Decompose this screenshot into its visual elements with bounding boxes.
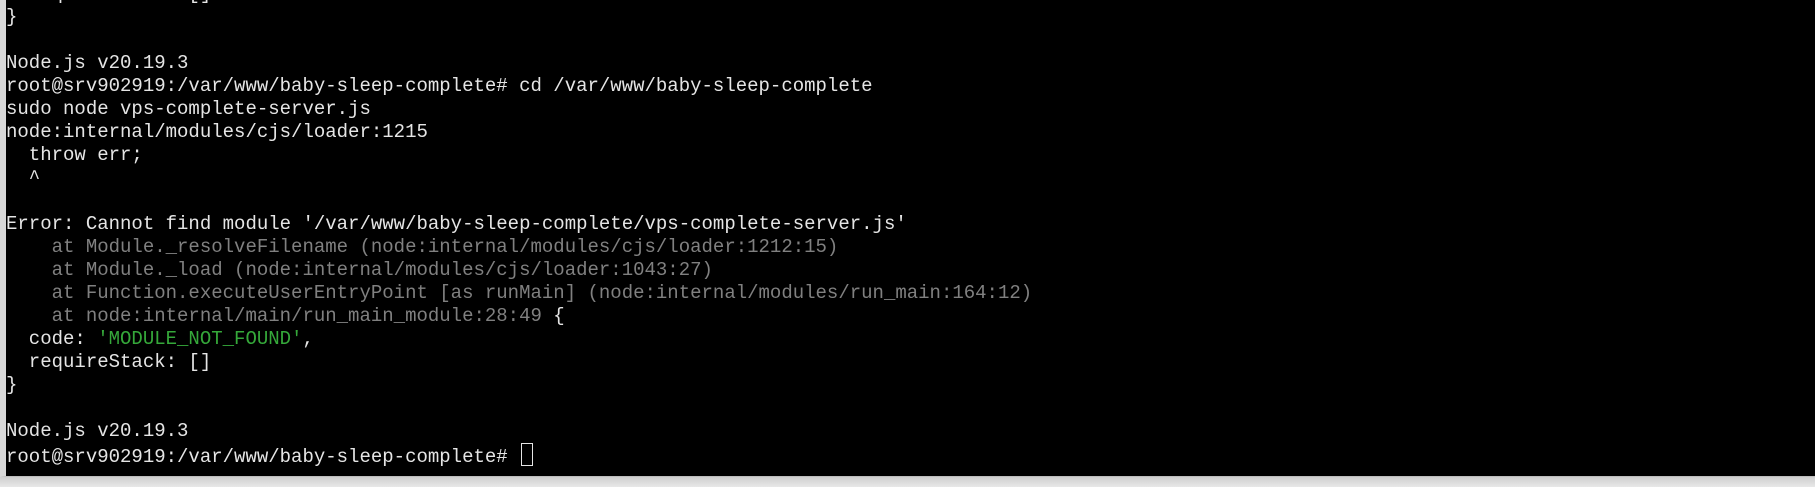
output-text: Node.js v20.19.3: [6, 52, 189, 74]
terminal-line: Error: Cannot find module '/var/www/baby…: [6, 213, 1032, 236]
output-text: requireStack: []: [6, 351, 212, 373]
terminal-line: }: [6, 6, 1032, 29]
string-literal: 'MODULE_NOT_FOUND': [97, 328, 303, 350]
terminal-line: code: 'MODULE_NOT_FOUND',: [6, 328, 1032, 351]
shell-prompt: root@srv902919:/var/www/baby-sleep-compl…: [6, 446, 520, 468]
terminal-output[interactable]: requireStack: []}Node.js v20.19.3root@sr…: [6, 0, 1033, 468]
terminal-line: ^: [6, 167, 1032, 190]
output-text: }: [6, 374, 18, 396]
terminal-line: requireStack: []: [6, 351, 1032, 374]
terminal-line: at Function.executeUserEntryPoint [as ru…: [6, 282, 1033, 305]
terminal-line: root@srv902919:/var/www/baby-sleep-compl…: [6, 443, 1032, 468]
terminal-line: at node:internal/main/run_main_module:28…: [6, 305, 1032, 328]
terminal-line: at Module._resolveFilename (node:interna…: [6, 236, 1032, 259]
output-text: node:internal/modules/cjs/loader:1215: [6, 121, 428, 143]
terminal-line: node:internal/modules/cjs/loader:1215: [6, 121, 1032, 144]
text-cursor[interactable]: [521, 443, 534, 466]
terminal-line: }: [6, 374, 1032, 397]
output-text: Error: Cannot find module '/var/www/baby…: [6, 213, 907, 235]
output-text: requireStack: []: [6, 0, 211, 5]
output-text: code:: [6, 328, 98, 350]
terminal-line: throw err;: [6, 144, 1032, 167]
terminal-line: sudo node vps-complete-server.js: [6, 98, 1032, 121]
output-text: root@srv902919:/var/www/baby-sleep-compl…: [6, 75, 873, 97]
stack-trace-text: at Module._resolveFilename (node:interna…: [6, 236, 839, 258]
output-text: {: [541, 305, 565, 327]
terminal-window[interactable]: requireStack: []}Node.js v20.19.3root@sr…: [0, 0, 1815, 477]
output-text: }: [6, 6, 18, 28]
stack-trace-text: at Module._load (node:internal/modules/c…: [6, 259, 713, 281]
output-text: ,: [302, 328, 314, 350]
output-text: ^: [6, 167, 41, 189]
output-text: sudo node vps-complete-server.js: [6, 98, 371, 120]
output-text: throw err;: [6, 144, 143, 166]
terminal-line: at Module._load (node:internal/modules/c…: [6, 259, 1032, 282]
terminal-line: Node.js v20.19.3: [6, 52, 1032, 75]
stack-trace-text: at node:internal/main/run_main_module:28…: [6, 305, 542, 327]
terminal-line: root@srv902919:/var/www/baby-sleep-compl…: [6, 75, 1032, 98]
output-text: Node.js v20.19.3: [6, 420, 189, 442]
stack-trace-text: at Function.executeUserEntryPoint [as ru…: [6, 282, 1033, 304]
terminal-line: Node.js v20.19.3: [6, 420, 1032, 443]
window-bottom-edge: [0, 477, 1815, 487]
